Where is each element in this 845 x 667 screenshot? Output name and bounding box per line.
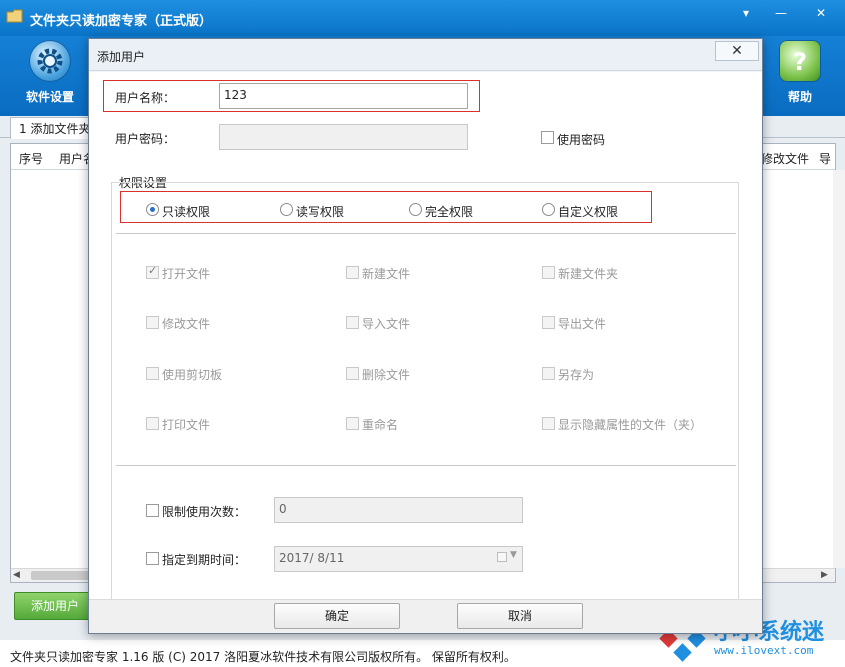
column-header-index[interactable]: 序号 xyxy=(19,150,43,167)
permissions-group: 只读权限 读写权限 完全权限 自定义权限 打开文件 新建文件 新建文件夹 修改文… xyxy=(111,182,739,606)
perm-import-file-checkbox[interactable] xyxy=(346,316,359,329)
settings-tool-label: 软件设置 xyxy=(25,90,74,104)
radio-readonly-label: 只读权限 xyxy=(162,205,211,219)
password-label: 用户密码： xyxy=(115,132,176,146)
perm-rename-label: 重命名 xyxy=(362,418,399,432)
dialog-footer: 确定 取消 xyxy=(89,599,762,633)
password-input[interactable] xyxy=(219,124,468,150)
dialog-content: 用户名称： 123 用户密码： 使用密码 权限设置 只读权限 读写权限 完全权限… xyxy=(89,72,762,633)
radio-full-label: 完全权限 xyxy=(425,205,474,219)
perm-clipboard-checkbox[interactable] xyxy=(146,367,159,380)
perm-new-file-label: 新建文件 xyxy=(362,267,411,281)
separator-bottom xyxy=(116,465,736,466)
help-tool-button[interactable]: ? 帮助 xyxy=(760,36,840,105)
perm-save-as-label: 另存为 xyxy=(558,368,595,382)
perm-export-file-checkbox[interactable] xyxy=(542,316,555,329)
username-label: 用户名称： xyxy=(115,91,176,105)
expiry-label: 指定到期时间： xyxy=(162,553,247,567)
main-window-title: 文件夹只读加密专家（正式版） xyxy=(30,14,213,29)
dialog-titlebar: 添加用户 ✕ xyxy=(89,39,762,71)
main-close-button[interactable]: ✕ xyxy=(808,4,834,22)
perm-modify-file-checkbox[interactable] xyxy=(146,316,159,329)
username-input[interactable]: 123 xyxy=(219,83,468,109)
radio-custom[interactable] xyxy=(542,203,555,216)
radio-readonly[interactable] xyxy=(146,203,159,216)
scroll-right-icon[interactable]: ▶ xyxy=(821,570,828,580)
limit-uses-input[interactable]: 0 xyxy=(274,497,523,523)
expiry-checkbox[interactable] xyxy=(146,552,159,565)
perm-delete-file-checkbox[interactable] xyxy=(346,367,359,380)
minimize-button[interactable]: — xyxy=(768,4,794,22)
perm-import-file-label: 导入文件 xyxy=(362,317,411,331)
limit-uses-label: 限制使用次数： xyxy=(162,505,247,519)
scroll-left-icon[interactable]: ◀ xyxy=(13,570,20,580)
perm-print-file-label: 打印文件 xyxy=(162,418,211,432)
help-icon: ? xyxy=(779,40,821,82)
expiry-date-picker[interactable]: 2017/ 8/11 ▼ xyxy=(274,546,523,572)
add-user-dialog: 添加用户 ✕ 用户名称： 123 用户密码： 使用密码 权限设置 只读权限 读写… xyxy=(88,38,763,634)
radio-custom-label: 自定义权限 xyxy=(558,205,619,219)
column-header-modify[interactable]: 修改文件 xyxy=(761,150,809,167)
perm-new-file-checkbox[interactable] xyxy=(346,266,359,279)
radio-readwrite[interactable] xyxy=(280,203,293,216)
perm-delete-file-label: 删除文件 xyxy=(362,368,411,382)
status-text: 文件夹只读加密专家 1.16 版 (C) 2017 洛阳夏冰软件技术有限公司版权… xyxy=(10,650,516,664)
use-password-checkbox[interactable] xyxy=(541,131,554,144)
perm-show-hidden-label: 显示隐藏属性的文件（夹） xyxy=(558,418,703,432)
expiry-date-value: 2017/ 8/11 xyxy=(279,551,345,565)
perm-new-folder-checkbox[interactable] xyxy=(542,266,555,279)
vertical-scrollbar[interactable] xyxy=(833,170,845,568)
svg-text:?: ? xyxy=(793,48,807,76)
help-tool-label: 帮助 xyxy=(787,90,812,104)
menu-dropdown-button[interactable]: ▾ xyxy=(733,4,759,22)
perm-print-file-checkbox[interactable] xyxy=(146,417,159,430)
dialog-close-button[interactable]: ✕ xyxy=(715,41,759,61)
gear-icon xyxy=(29,40,71,82)
app-folder-icon xyxy=(6,9,23,23)
perm-clipboard-label: 使用剪切板 xyxy=(162,368,223,382)
dialog-title: 添加用户 xyxy=(97,50,146,64)
perm-save-as-checkbox[interactable] xyxy=(542,367,555,380)
calendar-icon[interactable] xyxy=(497,552,507,562)
perm-show-hidden-checkbox[interactable] xyxy=(542,417,555,430)
radio-full[interactable] xyxy=(409,203,422,216)
use-password-label: 使用密码 xyxy=(557,133,606,147)
separator-top xyxy=(116,233,736,234)
scroll-thumb[interactable] xyxy=(31,571,91,580)
settings-tool-button[interactable]: 软件设置 xyxy=(10,36,90,105)
add-user-button[interactable]: 添加用户 xyxy=(14,592,96,620)
radio-readwrite-label: 读写权限 xyxy=(296,205,345,219)
watermark-url: www.ilovext.com xyxy=(714,644,814,657)
perm-open-file-checkbox[interactable] xyxy=(146,264,159,279)
cancel-button[interactable]: 取消 xyxy=(457,603,583,629)
perm-new-folder-label: 新建文件夹 xyxy=(558,267,619,281)
perm-modify-file-label: 修改文件 xyxy=(162,317,211,331)
main-titlebar: 文件夹只读加密专家（正式版） ▾ — ✕ xyxy=(0,0,845,36)
perm-open-file-label: 打开文件 xyxy=(162,267,211,281)
tab-add-folder[interactable]: 1 添加文件夹 xyxy=(10,117,100,139)
ok-button[interactable]: 确定 xyxy=(274,603,400,629)
perm-rename-checkbox[interactable] xyxy=(346,417,359,430)
perm-export-file-label: 导出文件 xyxy=(558,317,607,331)
limit-uses-checkbox[interactable] xyxy=(146,504,159,517)
column-header-export[interactable]: 导 xyxy=(819,150,831,167)
chevron-down-icon[interactable]: ▼ xyxy=(510,550,517,560)
